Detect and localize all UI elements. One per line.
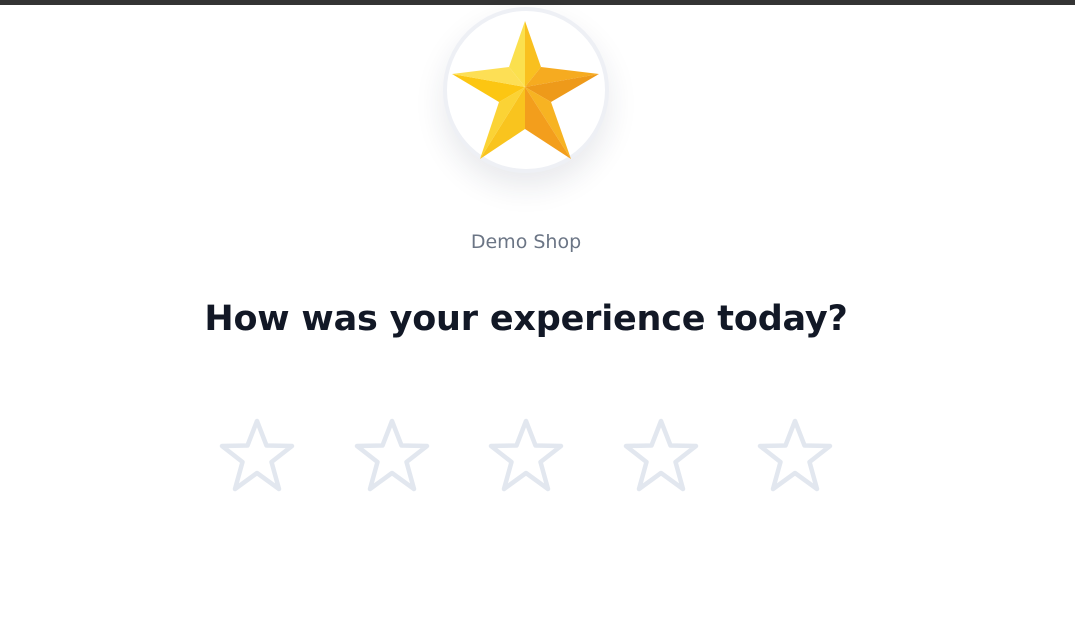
- rating-star-1[interactable]: [215, 415, 299, 499]
- rating-star-3[interactable]: [484, 415, 568, 499]
- star-outline-icon: [757, 418, 833, 492]
- star-outline-icon: [623, 418, 699, 492]
- survey-question: How was your experience today?: [204, 299, 848, 339]
- shop-logo: [443, 7, 609, 173]
- star-outline-icon: [354, 418, 430, 492]
- rating-star-2[interactable]: [350, 415, 434, 499]
- star-icon: [452, 21, 599, 159]
- shop-name: Demo Shop: [470, 231, 582, 253]
- top-bar: [0, 0, 1075, 5]
- rating-star-5[interactable]: [753, 415, 837, 499]
- rating-star-4[interactable]: [619, 415, 703, 499]
- star-outline-icon: [219, 418, 295, 492]
- star-outline-icon: [488, 418, 564, 492]
